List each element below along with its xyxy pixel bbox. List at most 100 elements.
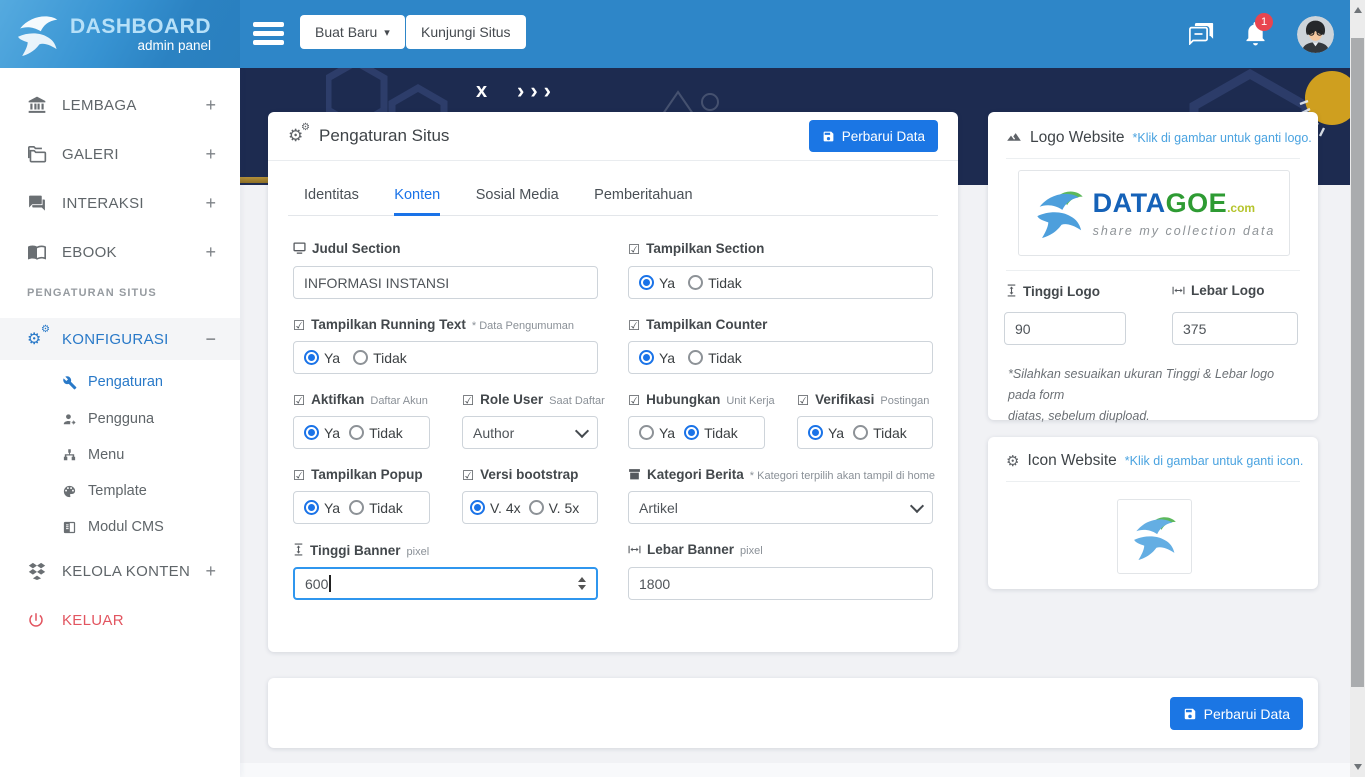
- radio-option-v4[interactable]: V. 4x: [470, 500, 521, 516]
- expand-plus-icon[interactable]: +: [205, 144, 216, 165]
- icon-card-title: Icon Website: [1027, 452, 1116, 470]
- radio-unselected[interactable]: [688, 275, 703, 290]
- radio-option-ya[interactable]: Ya: [639, 425, 675, 441]
- expand-plus-icon[interactable]: +: [205, 193, 216, 214]
- update-data-button-top[interactable]: Perbarui Data: [809, 120, 938, 152]
- user-avatar[interactable]: [1297, 16, 1334, 53]
- sidebar: LEMBAGA + GALERI + INTERAKSI + EBOOK + P…: [0, 68, 240, 777]
- radio-option-tidak[interactable]: Tidak: [349, 500, 403, 516]
- radio-option-ya[interactable]: Ya: [639, 350, 675, 366]
- radio-unselected[interactable]: [349, 425, 364, 440]
- radio-selected[interactable]: [639, 275, 654, 290]
- update-data-label: Perbarui Data: [842, 129, 925, 144]
- radio-option-tidak[interactable]: Tidak: [688, 275, 742, 291]
- divider: [1006, 481, 1300, 482]
- sidebar-item-lembaga[interactable]: LEMBAGA +: [0, 84, 240, 126]
- radio-unselected[interactable]: [353, 350, 368, 365]
- radio-option-ya[interactable]: Ya: [639, 275, 675, 291]
- radio-unselected[interactable]: [688, 350, 703, 365]
- radio-unselected[interactable]: [529, 500, 544, 515]
- expand-plus-icon[interactable]: +: [205, 561, 216, 582]
- number-spinner[interactable]: [578, 577, 586, 590]
- radio-selected[interactable]: [304, 425, 319, 440]
- sidebar-item-keluar[interactable]: KELUAR: [0, 600, 240, 640]
- scrollbar-thumb[interactable]: [1351, 38, 1364, 687]
- brand-logo[interactable]: DASHBOARD admin panel: [0, 0, 240, 68]
- logo-tagline: share my collection data: [1093, 224, 1276, 238]
- save-icon: [1183, 707, 1197, 721]
- radio-option-ya[interactable]: Ya: [808, 425, 844, 441]
- sidebar-subitem-pengguna[interactable]: Pengguna: [0, 401, 240, 437]
- role-user-select[interactable]: Author: [462, 416, 598, 449]
- radio-unselected[interactable]: [349, 500, 364, 515]
- tinggi-logo-input[interactable]: [1004, 312, 1126, 345]
- sidebar-item-konfigurasi[interactable]: ⚙⚙ KONFIGURASI −: [0, 318, 240, 360]
- chevron-down-icon: [910, 498, 924, 512]
- versi-bootstrap-label: ☑ Versi bootstrap: [462, 467, 578, 483]
- sidebar-item-label: KELOLA KONTEN: [62, 563, 205, 580]
- collapse-minus-icon[interactable]: −: [205, 329, 216, 350]
- radio-option-tidak[interactable]: Tidak: [853, 425, 907, 441]
- create-new-button[interactable]: Buat Baru ▾: [300, 15, 405, 49]
- radio-selected[interactable]: [684, 425, 699, 440]
- height-icon: [1006, 284, 1017, 297]
- tab-pemberitahuan[interactable]: Pemberitahuan: [594, 187, 692, 213]
- logo-preview[interactable]: DATAGOE.com share my collection data: [1018, 170, 1290, 256]
- expand-plus-icon[interactable]: +: [205, 242, 216, 263]
- radio-option-tidak[interactable]: Tidak: [688, 350, 742, 366]
- kategori-berita-select[interactable]: Artikel: [628, 491, 933, 524]
- folder-icon: [27, 145, 48, 163]
- tab-konten[interactable]: Konten: [394, 187, 440, 216]
- sidebar-item-interaksi[interactable]: INTERAKSI +: [0, 182, 240, 224]
- visit-site-button[interactable]: Kunjungi Situs: [406, 15, 526, 49]
- radio-unselected[interactable]: [853, 425, 868, 440]
- sidebar-item-galeri[interactable]: GALERI +: [0, 133, 240, 175]
- tab-sosial-media[interactable]: Sosial Media: [476, 187, 559, 213]
- sidebar-item-label: LEMBAGA: [62, 97, 205, 114]
- radio-option-tidak[interactable]: Tidak: [349, 425, 403, 441]
- checkbox-icon: ☑: [293, 468, 305, 484]
- radio-option-v5[interactable]: V. 5x: [529, 500, 580, 516]
- messages-button[interactable]: [1189, 23, 1214, 45]
- expand-plus-icon[interactable]: +: [205, 95, 216, 116]
- notifications-button[interactable]: 1: [1244, 20, 1267, 46]
- radio-selected[interactable]: [808, 425, 823, 440]
- radio-option-tidak[interactable]: Tidak: [684, 425, 738, 441]
- menu-toggle-button[interactable]: [253, 22, 284, 45]
- lebar-banner-input[interactable]: [628, 567, 933, 600]
- checkbox-icon: ☑: [628, 318, 640, 334]
- sidebar-subitem-label: Pengaturan: [88, 374, 163, 390]
- sidebar-item-ebook[interactable]: EBOOK +: [0, 231, 240, 273]
- scroll-down-button[interactable]: [1350, 759, 1365, 775]
- radio-option-tidak[interactable]: Tidak: [353, 350, 407, 366]
- sidebar-subitem-pengaturan[interactable]: Pengaturan: [0, 364, 240, 400]
- sidebar-subitem-menu[interactable]: Menu: [0, 437, 240, 473]
- tab-identitas[interactable]: Identitas: [304, 187, 359, 213]
- radio-selected[interactable]: [639, 350, 654, 365]
- hero-x-glyph: x: [476, 80, 487, 103]
- radio-option-ya[interactable]: Ya: [304, 500, 340, 516]
- judul-section-input[interactable]: [293, 266, 598, 299]
- sidebar-subitem-template[interactable]: Template: [0, 473, 240, 509]
- sidebar-subitem-label: Pengguna: [88, 411, 154, 427]
- sidebar-subitem-modul-cms[interactable]: Modul CMS: [0, 509, 240, 545]
- scrollbar[interactable]: [1350, 0, 1365, 777]
- radio-option-ya[interactable]: Ya: [304, 425, 340, 441]
- hubungkan-radio-group: Ya Tidak: [628, 416, 765, 449]
- radio-selected[interactable]: [304, 500, 319, 515]
- sidebar-subitem-label: Modul CMS: [88, 519, 164, 535]
- versi-bootstrap-radio-group: V. 4x V. 5x: [462, 491, 598, 524]
- tinggi-banner-input[interactable]: 600: [293, 567, 598, 600]
- radio-unselected[interactable]: [639, 425, 654, 440]
- update-data-button-bottom[interactable]: Perbarui Data: [1170, 697, 1303, 730]
- radio-selected[interactable]: [470, 500, 485, 515]
- site-icon-preview[interactable]: [1117, 499, 1192, 574]
- lebar-logo-input[interactable]: [1172, 312, 1298, 345]
- aktifkan-label: ☑ Aktifkan Daftar Akun: [293, 392, 428, 408]
- scroll-up-button[interactable]: [1350, 2, 1365, 18]
- sidebar-item-kelola-konten[interactable]: KELOLA KONTEN +: [0, 549, 240, 593]
- logo-card-title: Logo Website: [1030, 129, 1125, 147]
- radio-selected[interactable]: [304, 350, 319, 365]
- update-data-label: Perbarui Data: [1204, 706, 1290, 722]
- radio-option-ya[interactable]: Ya: [304, 350, 340, 366]
